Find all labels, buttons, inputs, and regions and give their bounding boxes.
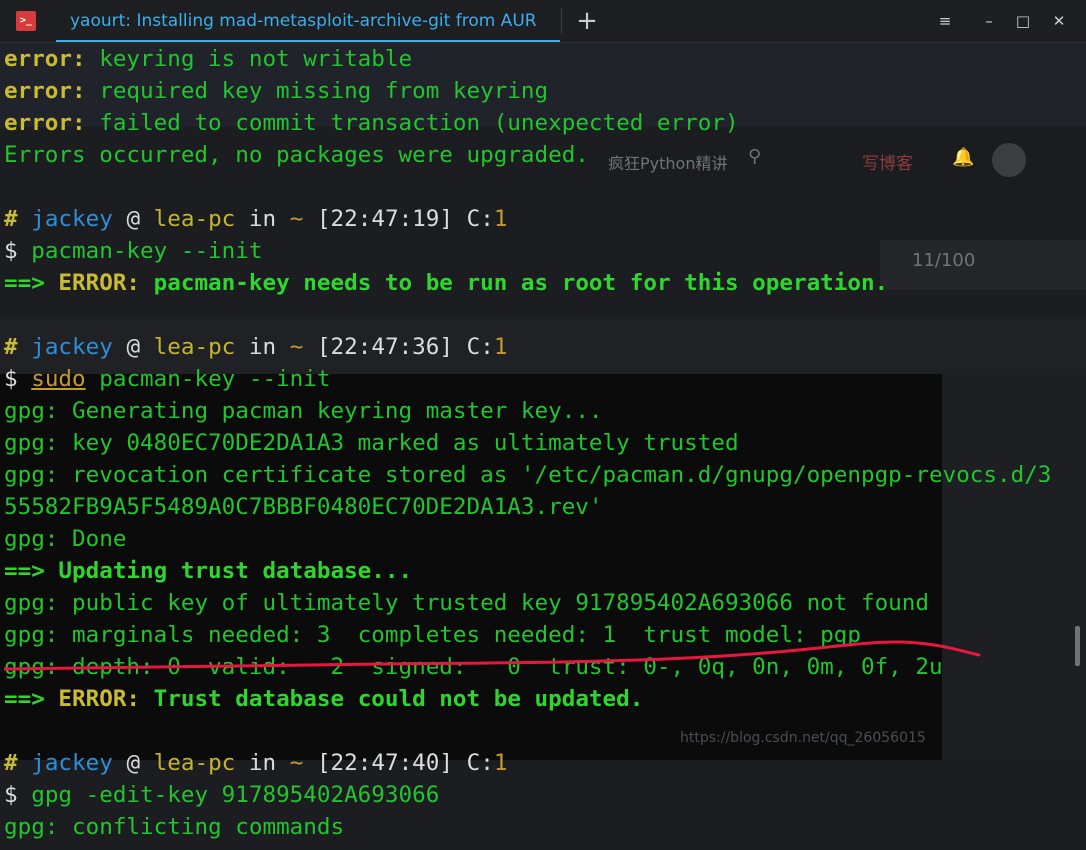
prompt-user: jackey [31, 206, 113, 232]
prompt-time: [22:47:19] [316, 206, 453, 232]
errors-summary: Errors occurred, no packages were upgrad… [4, 142, 589, 168]
command-text: pacman-key --init [85, 366, 331, 392]
command-text: pacman-key --init [31, 238, 263, 264]
error-message: keyring is not writable [85, 46, 413, 72]
gpg-prefix: gpg: [4, 462, 59, 488]
gpg-prefix: gpg: [4, 526, 59, 552]
prompt-at: @ [126, 334, 141, 360]
tab-active[interactable]: yaourt: Installing mad-metasploit-archiv… [56, 0, 560, 42]
gpg-message: conflicting commands [58, 814, 345, 840]
command-text: gpg -edit-key 917895402A693066 [31, 782, 440, 808]
terminal-line: gpg: Generating pacman keyring master ke… [4, 395, 603, 427]
error-keyword: error: [4, 78, 86, 104]
error-keyword: error: [4, 46, 86, 72]
prompt-dir: ~ [289, 750, 304, 776]
error-message: pacman-key needs to be run as root for t… [140, 270, 889, 296]
prompt-line: # jackey @ lea-pc in ~ [22:47:40] C:1 [4, 747, 507, 779]
gpg-prefix: gpg: [4, 590, 59, 616]
terminal-line: error: failed to commit transaction (une… [4, 107, 739, 139]
prompt-host: lea-pc [153, 206, 236, 232]
exit-code-label: C: [466, 750, 494, 776]
tab-divider [561, 8, 562, 34]
prompt-dir: ~ [289, 334, 304, 360]
prompt-host: lea-pc [153, 334, 236, 360]
red-underline-annotation [4, 640, 981, 671]
terminal-line: gpg: Done [4, 523, 126, 555]
arrow-marker: ==> [4, 558, 45, 584]
prompt-dir: ~ [289, 206, 304, 232]
gpg-message: key 0480EC70DE2DA1A3 marked as ultimatel… [58, 430, 739, 456]
prompt-hash: # [4, 334, 18, 360]
prompt-user: jackey [31, 750, 113, 776]
arrow-marker: ==> [4, 686, 45, 712]
terminal-line: error: keyring is not writable [4, 43, 412, 75]
error-label: ERROR: [58, 686, 141, 712]
error-message: required key missing from keyring [85, 78, 549, 104]
exit-code-value: 1 [493, 334, 508, 360]
error-message: failed to commit transaction (unexpected… [85, 110, 739, 136]
gpg-message: 55582FB9A5F5489A0C7BBBF0480EC70DE2DA1A3.… [4, 494, 603, 520]
terminal-line: gpg: public key of ultimately trusted ke… [4, 587, 929, 619]
command-line: $ gpg -edit-key 917895402A693066 [4, 779, 439, 811]
terminal-line: ==> Updating trust database... [4, 555, 412, 587]
prompt-dollar: $ [4, 238, 18, 264]
command-line: $ sudo pacman-key --init [4, 363, 331, 395]
terminal-line: 55582FB9A5F5489A0C7BBBF0480EC70DE2DA1A3.… [4, 491, 603, 523]
gpg-message: revocation certificate stored as '/etc/p… [58, 462, 1052, 488]
gpg-message: public key of ultimately trusted key 917… [58, 590, 929, 616]
prompt-line: # jackey @ lea-pc in ~ [22:47:36] C:1 [4, 331, 507, 363]
new-tab-plus-icon[interactable]: + [573, 6, 601, 36]
terminal-line: gpg: revocation certificate stored as '/… [4, 459, 1051, 491]
prompt-time: [22:47:36] [316, 334, 453, 360]
maximize-icon[interactable]: □ [1012, 10, 1034, 32]
prompt-at: @ [126, 206, 141, 232]
terminal-line: ==> ERROR: pacman-key needs to be run as… [4, 267, 888, 299]
arrow-marker: ==> [4, 270, 45, 296]
prompt-in: in [248, 206, 277, 232]
prompt-in: in [248, 334, 277, 360]
close-icon[interactable]: ✕ [1048, 10, 1070, 32]
terminal-output[interactable]: error: keyring is not writable error: re… [4, 43, 1086, 850]
terminal-line: Errors occurred, no packages were upgrad… [4, 139, 589, 171]
hamburger-menu-icon[interactable]: ≡ [934, 10, 956, 32]
sudo-command: sudo [31, 366, 86, 392]
exit-code-value: 1 [493, 206, 508, 232]
gpg-message: Done [58, 526, 127, 552]
prompt-user: jackey [31, 334, 113, 360]
terminal-line: error: required key missing from keyring [4, 75, 548, 107]
prompt-dollar: $ [4, 366, 18, 392]
prompt-dollar: $ [4, 782, 18, 808]
terminal-app-icon: >_ [16, 11, 36, 31]
prompt-time: [22:47:40] [316, 750, 453, 776]
exit-code-label: C: [466, 334, 494, 360]
minimize-icon[interactable]: – [978, 10, 1000, 32]
prompt-in: in [248, 750, 277, 776]
prompt-line: # jackey @ lea-pc in ~ [22:47:19] C:1 [4, 203, 507, 235]
error-label: ERROR: [58, 270, 141, 296]
error-keyword: error: [4, 110, 86, 136]
prompt-host: lea-pc [153, 750, 236, 776]
gpg-prefix: gpg: [4, 814, 59, 840]
gpg-prefix: gpg: [4, 398, 59, 424]
title-bar: >_ yaourt: Installing mad-metasploit-arc… [0, 0, 1086, 43]
prompt-hash: # [4, 206, 18, 232]
terminal-line: ==> ERROR: Trust database could not be u… [4, 683, 643, 715]
status-message: Updating trust database... [44, 558, 413, 584]
error-message: Trust database could not be updated. [140, 686, 644, 712]
terminal-line: gpg: conflicting commands [4, 811, 344, 843]
exit-code-label: C: [466, 206, 494, 232]
prompt-at: @ [126, 750, 141, 776]
gpg-message: Generating pacman keyring master key... [58, 398, 603, 424]
terminal-line: gpg: key 0480EC70DE2DA1A3 marked as ulti… [4, 427, 739, 459]
command-line: $ pacman-key --init [4, 235, 262, 267]
exit-code-value: 1 [493, 750, 508, 776]
gpg-prefix: gpg: [4, 430, 59, 456]
prompt-hash: # [4, 750, 18, 776]
